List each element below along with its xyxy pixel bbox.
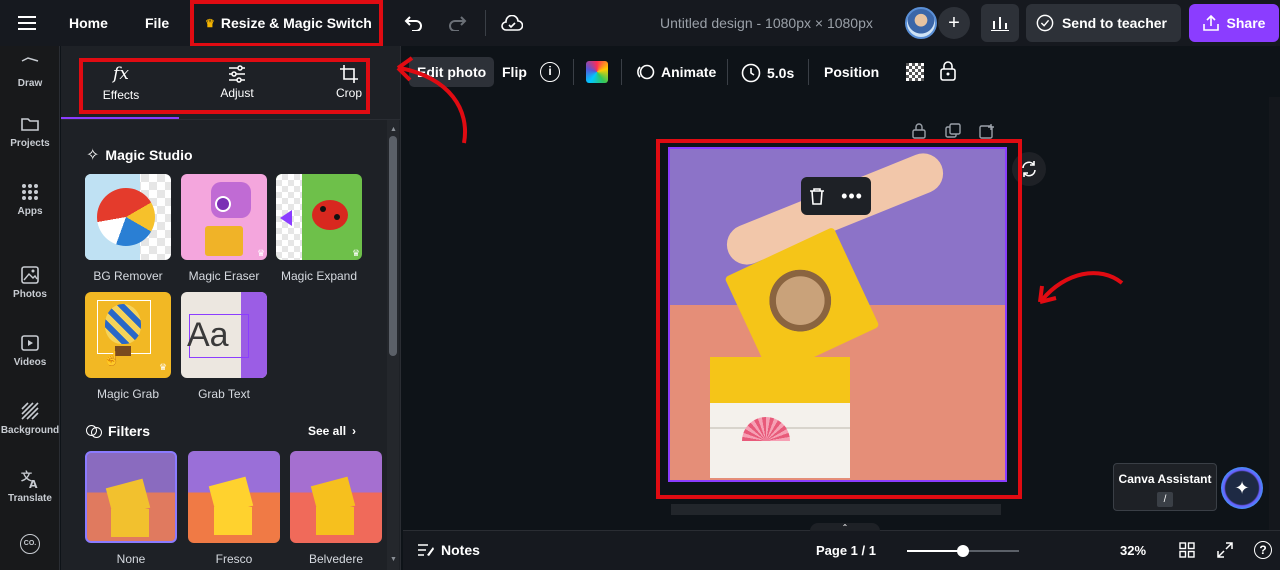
notes-label: Notes [441, 542, 480, 558]
zoom-slider-fill [907, 550, 963, 552]
notes-icon [418, 544, 434, 556]
grid-view-icon[interactable] [1179, 542, 1195, 563]
chevron-up-icon[interactable]: ⌃ [810, 523, 880, 532]
zoom-level[interactable]: 32% [1120, 543, 1146, 558]
zoom-slider-track[interactable] [907, 545, 1019, 557]
annotation-arrows [396, 56, 1124, 304]
page-indicator[interactable]: Page 1 / 1 [816, 543, 876, 558]
arrow-to-page [1040, 271, 1124, 302]
zoom-slider-knob[interactable] [957, 545, 969, 557]
fullscreen-icon[interactable] [1217, 542, 1233, 563]
bottom-bar: ⌃ Notes Page 1 / 1 32% ? [403, 523, 1280, 570]
help-icon[interactable]: ? [1254, 541, 1272, 559]
notes-button[interactable]: Notes [417, 542, 480, 558]
